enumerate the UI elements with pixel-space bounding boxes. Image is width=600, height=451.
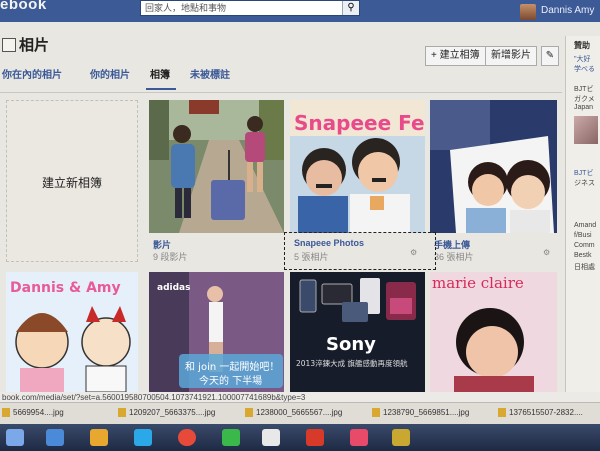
download-filename: 1209207_5663375....jpg xyxy=(129,408,216,417)
ad-line[interactable]: 学べる xyxy=(574,64,595,74)
marie-claire-text: marie claire xyxy=(432,274,524,292)
app-icon[interactable] xyxy=(222,429,240,446)
file-icon xyxy=(498,408,506,418)
join-sub-text: 今天的 下半場 xyxy=(199,374,262,387)
ad-line: 日相處 xyxy=(574,264,595,271)
facebook-logo[interactable]: ebook xyxy=(0,0,47,13)
top-bar: ebook 回家人，地點和事物 ⚲ Dannis Amy xyxy=(0,0,600,22)
join-text: 和 join 一起開始吧！ xyxy=(185,360,279,373)
download-item[interactable]: 1238000_5665567....jpg xyxy=(245,408,343,418)
add-photos-button[interactable]: 新增影片 xyxy=(485,46,537,66)
create-album-tile[interactable]: 建立新相簿 xyxy=(6,100,138,262)
sony-sub-text: 2013淬鍊大成 旗艦感動再度領航 xyxy=(296,358,408,368)
album-cover[interactable] xyxy=(149,100,284,233)
create-album-label: 建立新相簿 xyxy=(41,176,102,190)
album-cover[interactable]: Snapeee Fes xyxy=(290,100,425,233)
sony-text: Sony xyxy=(326,334,376,355)
album-cover[interactable]: marie claire xyxy=(430,272,557,392)
search-input[interactable]: 回家人，地點和事物 ⚲ xyxy=(140,0,360,16)
search-icon[interactable]: ⚲ xyxy=(342,1,359,15)
album-cover[interactable] xyxy=(430,100,557,233)
download-filename: 1238790_5669851....jpg xyxy=(383,408,470,417)
search-placeholder: 回家人，地點和事物 xyxy=(145,3,227,13)
sponsored-column: 贊助 "大好 学べる BJTビ ガクメ Japan BJTビ ジネス Amand… xyxy=(565,36,600,416)
dannis-amy-text: Dannis & Amy xyxy=(10,280,121,296)
app-icon[interactable] xyxy=(306,429,324,446)
adidas-image: adidas 和 join 一起開始吧！ 今天的 下半場 xyxy=(149,272,284,392)
ad-line[interactable]: "大好 xyxy=(574,54,591,64)
ad-line: Bestk xyxy=(574,252,592,259)
edit-icon[interactable]: ✎ xyxy=(541,46,559,66)
adidas-text: adidas xyxy=(157,283,190,293)
download-item[interactable]: 5669954....jpg xyxy=(2,408,64,418)
screen: ebook 回家人，地點和事物 ⚲ Dannis Amy 相片 + 建立相簿 新… xyxy=(0,0,600,451)
status-url: book.com/media/set/?set=a.56001958070050… xyxy=(2,393,306,402)
active-tab-indicator xyxy=(146,88,176,90)
tab-your-photos[interactable]: 你的相片 xyxy=(90,66,130,81)
folder-icon[interactable] xyxy=(90,429,108,446)
file-icon xyxy=(245,408,253,418)
album-count: 36 張相片 xyxy=(434,252,474,262)
ad-line: ガクメ xyxy=(574,96,595,103)
downloads-bar: 5669954....jpg 1209207_5663375....jpg 12… xyxy=(0,402,600,425)
download-item[interactable]: 1376515507-2832.... xyxy=(498,408,583,418)
page-title: 相片 xyxy=(19,37,50,54)
tab-photos-of-you[interactable]: 你在內的相片 xyxy=(2,66,62,81)
word-icon[interactable] xyxy=(262,429,280,446)
avatar xyxy=(520,4,536,20)
explorer-icon[interactable] xyxy=(46,429,64,446)
app-icon[interactable] xyxy=(392,429,410,446)
selfie-image xyxy=(430,100,557,233)
ad-line: Comm xyxy=(574,242,595,249)
skype-icon[interactable] xyxy=(134,429,152,446)
snapeee-image: Snapeee Fes xyxy=(290,100,425,233)
download-filename: 5669954....jpg xyxy=(13,408,64,417)
settings-icon[interactable]: ⚙ xyxy=(543,248,550,257)
ad-line: BJTビ xyxy=(574,86,594,93)
file-icon xyxy=(372,408,380,418)
snapeee-text: Snapeee Fes xyxy=(294,111,425,135)
album-count: 9 段影片 xyxy=(153,252,188,262)
album-cover[interactable]: Dannis & Amy xyxy=(6,272,138,392)
sony-image: Sony 2013淬鍊大成 旗艦感動再度領航 xyxy=(290,272,425,392)
ad-line: f/Busi xyxy=(574,232,592,239)
download-filename: 1238000_5665567....jpg xyxy=(256,408,343,417)
ad-line: Amand xyxy=(574,222,597,229)
taskbar xyxy=(0,424,600,451)
download-item[interactable]: 1209207_5663375....jpg xyxy=(118,408,216,418)
file-icon xyxy=(118,408,126,418)
create-album-button[interactable]: + 建立相簿 xyxy=(425,46,486,66)
tab-albums[interactable]: 相簿 xyxy=(150,66,170,81)
divider xyxy=(0,92,562,93)
chrome-icon[interactable] xyxy=(178,429,196,446)
photos-icon xyxy=(2,38,16,52)
ad-line: ジネス xyxy=(574,180,595,187)
ad-line: Japan xyxy=(574,104,594,111)
album-cover[interactable]: Sony 2013淬鍊大成 旗艦感動再度領航 xyxy=(290,272,425,392)
marie-claire-image: marie claire xyxy=(430,272,557,392)
download-item[interactable]: 1238790_5669851....jpg xyxy=(372,408,470,418)
ad-line[interactable]: BJTビ xyxy=(574,168,593,178)
start-icon[interactable] xyxy=(6,429,24,446)
download-filename: 1376515507-2832.... xyxy=(509,408,583,417)
app-icon[interactable] xyxy=(350,429,368,446)
focus-outline xyxy=(284,232,436,270)
profile-name: Dannis Amy xyxy=(541,5,595,16)
kids-walking-image xyxy=(149,100,284,233)
ad-image[interactable] xyxy=(574,116,598,144)
file-icon xyxy=(2,408,10,418)
cartoon-image: Dannis & Amy xyxy=(6,272,138,392)
tab-not-tagged[interactable]: 未被標註 xyxy=(190,66,230,81)
album-cover[interactable]: adidas 和 join 一起開始吧！ 今天的 下半場 xyxy=(149,272,284,392)
sponsored-heading: 贊助 xyxy=(574,41,590,50)
